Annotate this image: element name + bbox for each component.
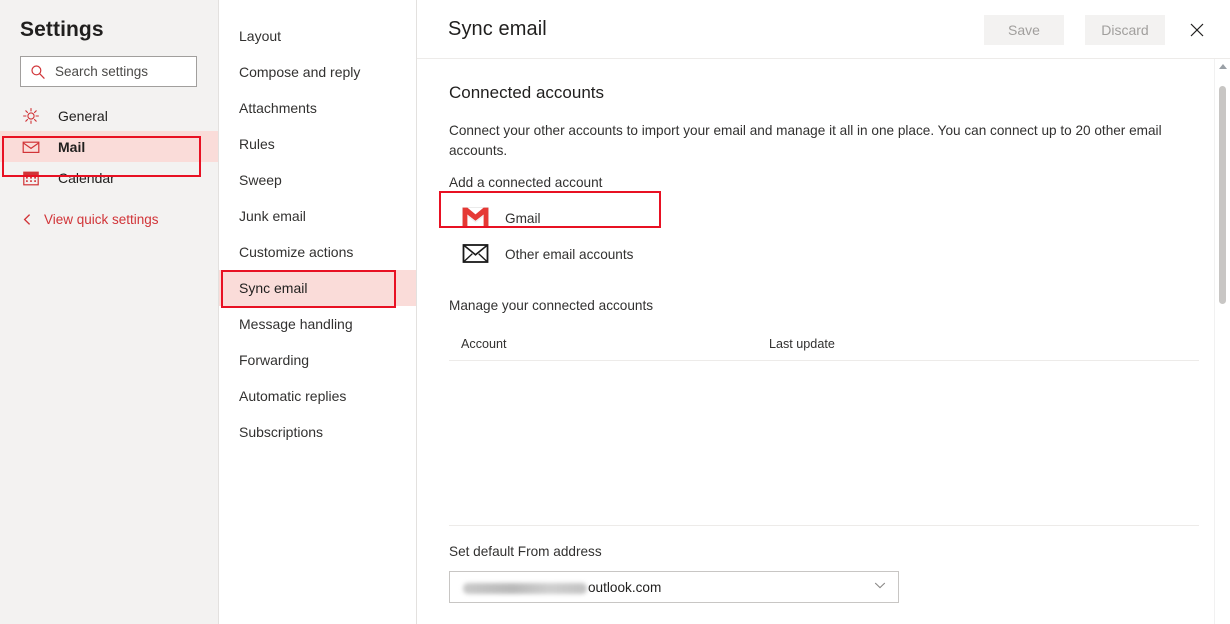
gear-icon xyxy=(22,107,40,125)
sidebar-item-mail[interactable]: Mail xyxy=(0,131,218,162)
mail-settings-nav: Layout Compose and reply Attachments Rul… xyxy=(219,0,417,624)
search-placeholder: Search settings xyxy=(55,64,149,79)
subnav-item-label: Message handling xyxy=(239,316,353,332)
redacted-email-prefix xyxy=(463,582,587,594)
envelope-icon xyxy=(462,243,489,265)
connected-accounts-table: Account Last update xyxy=(449,337,1199,525)
view-quick-settings-link[interactable]: View quick settings xyxy=(0,207,218,231)
panel-title: Sync email xyxy=(448,17,547,40)
gmail-icon xyxy=(462,207,489,229)
default-from-address-dropdown[interactable]: outlook.com xyxy=(449,571,899,603)
sidebar-nav: General Mail Calendar xyxy=(0,100,218,193)
subnav-item-automatic-replies[interactable]: Automatic replies xyxy=(219,378,416,414)
subnav-item-message-handling[interactable]: Message handling xyxy=(219,306,416,342)
set-default-from-address-label: Set default From address xyxy=(449,544,602,559)
vertical-scrollbar[interactable] xyxy=(1214,59,1230,624)
subnav-item-label: Layout xyxy=(239,28,282,44)
caret-up-icon[interactable] xyxy=(1215,59,1230,73)
add-connected-account-label: Add a connected account xyxy=(449,175,603,190)
panel-content: Connected accounts Connect your other ac… xyxy=(417,59,1230,624)
sync-email-panel: Sync email Save Discard Connected accoun… xyxy=(417,0,1230,624)
default-from-address-value: outlook.com xyxy=(588,579,662,595)
panel-header: Sync email Save Discard xyxy=(417,0,1230,59)
connected-accounts-heading: Connected accounts xyxy=(449,83,604,102)
subnav-item-label: Compose and reply xyxy=(239,64,361,80)
calendar-icon xyxy=(22,169,40,187)
envelope-icon xyxy=(22,138,40,156)
close-icon[interactable] xyxy=(1186,19,1208,41)
subnav-item-label: Automatic replies xyxy=(239,388,347,404)
subnav-item-label: Attachments xyxy=(239,100,317,116)
page-title: Settings xyxy=(20,18,104,41)
sidebar-item-label: Mail xyxy=(58,138,86,155)
sidebar-item-label: Calendar xyxy=(58,169,115,186)
subnav-item-label: Junk email xyxy=(239,208,306,224)
subnav-item-attachments[interactable]: Attachments xyxy=(219,90,416,126)
column-header-account: Account xyxy=(461,337,507,351)
view-quick-settings-label: View quick settings xyxy=(44,211,159,227)
sidebar-item-calendar[interactable]: Calendar xyxy=(0,162,218,193)
subnav-item-label: Sync email xyxy=(239,280,308,296)
chevron-left-icon xyxy=(22,213,33,226)
settings-window: Settings Search settings General Mail Ca… xyxy=(0,0,1230,624)
subnav-item-label: Subscriptions xyxy=(239,424,324,440)
manage-connected-accounts-label: Manage your connected accounts xyxy=(449,298,654,313)
section-divider xyxy=(449,525,1199,526)
add-other-email-account-option[interactable]: Other email accounts xyxy=(449,236,659,272)
table-body-empty xyxy=(449,361,1199,525)
add-gmail-account-option[interactable]: Gmail xyxy=(449,200,659,236)
account-option-label: Gmail xyxy=(505,210,541,226)
subnav-item-label: Sweep xyxy=(239,172,282,188)
subnav-item-customize-actions[interactable]: Customize actions xyxy=(219,234,416,270)
subnav-item-sync-email[interactable]: Sync email xyxy=(219,270,416,306)
subnav-item-compose-and-reply[interactable]: Compose and reply xyxy=(219,54,416,90)
settings-sidebar: Settings Search settings General Mail Ca… xyxy=(0,0,219,624)
table-header-row: Account Last update xyxy=(449,337,1199,361)
sidebar-item-label: General xyxy=(58,107,108,124)
column-header-last-update: Last update xyxy=(769,337,835,351)
sidebar-item-general[interactable]: General xyxy=(0,100,218,131)
chevron-down-icon xyxy=(873,578,887,597)
subnav-item-label: Customize actions xyxy=(239,244,354,260)
search-icon xyxy=(30,64,46,80)
subnav-item-junk-email[interactable]: Junk email xyxy=(219,198,416,234)
account-option-label: Other email accounts xyxy=(505,246,634,262)
subnav-item-label: Forwarding xyxy=(239,352,310,368)
save-button[interactable]: Save xyxy=(984,15,1064,45)
search-input[interactable]: Search settings xyxy=(20,56,197,87)
discard-button[interactable]: Discard xyxy=(1085,15,1165,45)
default-from-address-value-wrap: outlook.com xyxy=(463,580,661,595)
subnav-item-subscriptions[interactable]: Subscriptions xyxy=(219,414,416,450)
header-actions: Save Discard xyxy=(984,15,1216,45)
scrollbar-thumb[interactable] xyxy=(1219,86,1226,304)
subnav-item-label: Rules xyxy=(239,136,275,152)
subnav-item-forwarding[interactable]: Forwarding xyxy=(219,342,416,378)
connected-accounts-description: Connect your other accounts to import yo… xyxy=(449,123,1162,158)
subnav-item-layout[interactable]: Layout xyxy=(219,18,416,54)
subnav-item-sweep[interactable]: Sweep xyxy=(219,162,416,198)
subnav-item-rules[interactable]: Rules xyxy=(219,126,416,162)
